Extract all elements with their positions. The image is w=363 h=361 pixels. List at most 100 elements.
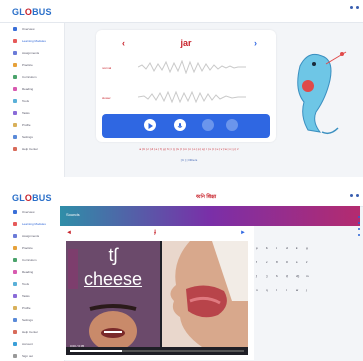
user-menu[interactable] xyxy=(350,194,359,197)
phoneme-cell[interactable]: b xyxy=(266,246,268,250)
sidebar-item[interactable]: Help Center xyxy=(0,326,64,338)
compare-button[interactable] xyxy=(226,119,238,131)
prev-sound-button[interactable]: ◄ xyxy=(66,230,72,236)
sidebar-item[interactable]: Settings xyxy=(0,131,64,143)
wrench-icon xyxy=(13,282,17,286)
sidebar-item[interactable]: Tools xyxy=(0,95,64,107)
sidebar-item[interactable]: Settings xyxy=(0,314,64,326)
top-bar: GLOBUS ধ্বনি शिक्षा xyxy=(0,188,363,207)
phoneme-cell[interactable]: g xyxy=(306,246,308,250)
sidebar-item[interactable]: Assignments xyxy=(0,47,64,59)
sidebar-item-label: Learning Modules xyxy=(22,222,46,226)
sidebar-item-label: Tools xyxy=(22,282,30,286)
phoneme-cell[interactable]: r xyxy=(286,288,287,292)
help-icon xyxy=(13,330,17,334)
grid-icon xyxy=(13,75,17,79)
sidebar-item[interactable]: Learning Modules xyxy=(0,35,64,47)
play-button[interactable] xyxy=(144,119,156,131)
record-button[interactable] xyxy=(174,119,186,131)
sidebar-item[interactable]: Assignments xyxy=(0,230,64,242)
notification-icon[interactable] xyxy=(350,6,353,9)
phoneme-cell[interactable]: dʒ xyxy=(296,274,299,278)
sidebar-item[interactable]: Practice xyxy=(0,59,64,71)
waveform-normal[interactable] xyxy=(138,60,246,74)
phoneme-cell[interactable]: j xyxy=(306,288,307,292)
sidebar-item[interactable]: Tasks xyxy=(0,107,64,119)
phoneme-cell[interactable]: w xyxy=(296,288,298,292)
phoneme-cell[interactable]: f xyxy=(256,260,257,264)
sidebar-item-label: Help Center xyxy=(22,330,39,334)
sidebar-item-label: Overview xyxy=(22,27,35,31)
next-word-button[interactable]: › xyxy=(254,38,257,48)
next-sound-button[interactable]: ► xyxy=(240,230,246,236)
nav-dot[interactable] xyxy=(358,216,360,218)
sidebar-item[interactable]: Practice xyxy=(0,242,64,254)
sidebar-item-label: Learning Modules xyxy=(22,39,46,43)
avatar[interactable] xyxy=(356,194,359,197)
sidebar-item[interactable]: Sign out xyxy=(0,350,64,361)
sidebar-item[interactable]: Learning Modules xyxy=(0,218,64,230)
globus-logo[interactable]: GLOBUS xyxy=(12,7,52,17)
nav-dot[interactable] xyxy=(358,228,360,230)
dolphin-mascot xyxy=(297,51,347,135)
phoneme-cell[interactable]: k xyxy=(296,246,298,250)
phoneme-cell[interactable]: s xyxy=(296,260,298,264)
user-icon xyxy=(13,306,17,310)
list-icon xyxy=(13,294,17,298)
phoneme-cell[interactable]: tʃ xyxy=(286,274,288,278)
globus-logo[interactable]: GLOBUS xyxy=(12,193,52,203)
phoneme-cell[interactable]: ð xyxy=(286,260,288,264)
avatar[interactable] xyxy=(356,6,359,9)
home-icon xyxy=(13,210,17,214)
sidebar-item[interactable]: Profile xyxy=(0,119,64,131)
sidebar-item[interactable]: Reading xyxy=(0,266,64,278)
user-icon xyxy=(13,123,17,127)
sidebar-item[interactable]: Tasks xyxy=(0,290,64,302)
phoneme-grid: p b t d k g f v θ ð s z ʃ ʒ h tʃ dʒ m n ŋ l r w j xyxy=(256,246,316,346)
sidebar-item[interactable]: Tools xyxy=(0,278,64,290)
video-progress-bar[interactable] xyxy=(70,350,244,352)
phoneme-cell[interactable]: ʃ xyxy=(256,274,257,278)
phoneme-cell[interactable]: l xyxy=(276,288,277,292)
wrench-icon xyxy=(13,99,17,103)
nav-dot[interactable] xyxy=(358,222,360,224)
sidebar-item[interactable]: Curriculum xyxy=(0,254,64,266)
footer-link[interactable]: [ b ] | Others xyxy=(104,158,274,162)
sidebar-item[interactable]: Overview xyxy=(0,206,64,218)
sidebar-item-label: Curriculum xyxy=(22,258,37,262)
phoneme-cell[interactable]: t xyxy=(276,246,277,250)
phoneme-cell[interactable]: v xyxy=(266,260,268,264)
sidebar-item-label: Profile xyxy=(22,306,31,310)
phoneme-card: tʃ cheese xyxy=(66,241,160,347)
grid-icon xyxy=(13,258,17,262)
sidebar-item[interactable]: Overview xyxy=(0,23,64,35)
phoneme-cell[interactable]: ŋ xyxy=(266,288,268,292)
phoneme-symbol: tʃ xyxy=(108,245,118,265)
sidebar-item-label: Sign out xyxy=(22,354,34,358)
sidebar-item-label: Settings xyxy=(22,318,33,322)
sidebar-item-label: Practice xyxy=(22,63,33,67)
sidebar-item[interactable]: Account xyxy=(0,338,64,350)
phoneme-cell[interactable]: z xyxy=(306,260,308,264)
phoneme-cell[interactable]: n xyxy=(256,288,258,292)
playback-recording-button[interactable] xyxy=(202,119,214,131)
sound-video-player[interactable]: tʃ cheese 0:00 / 0:05 xyxy=(66,241,248,355)
nav-dot[interactable] xyxy=(358,234,360,236)
alphabet-nav[interactable]: a | b | c | d | e | f | g | h | i | j | … xyxy=(104,147,274,151)
sidebar-item[interactable]: Profile xyxy=(0,302,64,314)
user-menu[interactable] xyxy=(350,6,359,9)
phoneme-cell[interactable]: p xyxy=(256,246,258,250)
phoneme-cell[interactable]: m xyxy=(306,274,309,278)
notification-icon[interactable] xyxy=(350,194,353,197)
phoneme-cell[interactable]: d xyxy=(286,246,288,250)
sidebar-item[interactable]: Reading xyxy=(0,83,64,95)
video-time: 0:00 / 0:05 xyxy=(70,344,85,348)
waveform-slow[interactable] xyxy=(138,90,246,104)
sidebar-item[interactable]: Help Center xyxy=(0,143,64,155)
normal-speed-label: normal xyxy=(102,66,112,70)
section-divider xyxy=(0,177,363,188)
phoneme-cell[interactable]: θ xyxy=(276,260,278,264)
phoneme-cell[interactable]: h xyxy=(276,274,278,278)
sidebar-item[interactable]: Curriculum xyxy=(0,71,64,83)
phoneme-cell[interactable]: ʒ xyxy=(266,274,268,278)
